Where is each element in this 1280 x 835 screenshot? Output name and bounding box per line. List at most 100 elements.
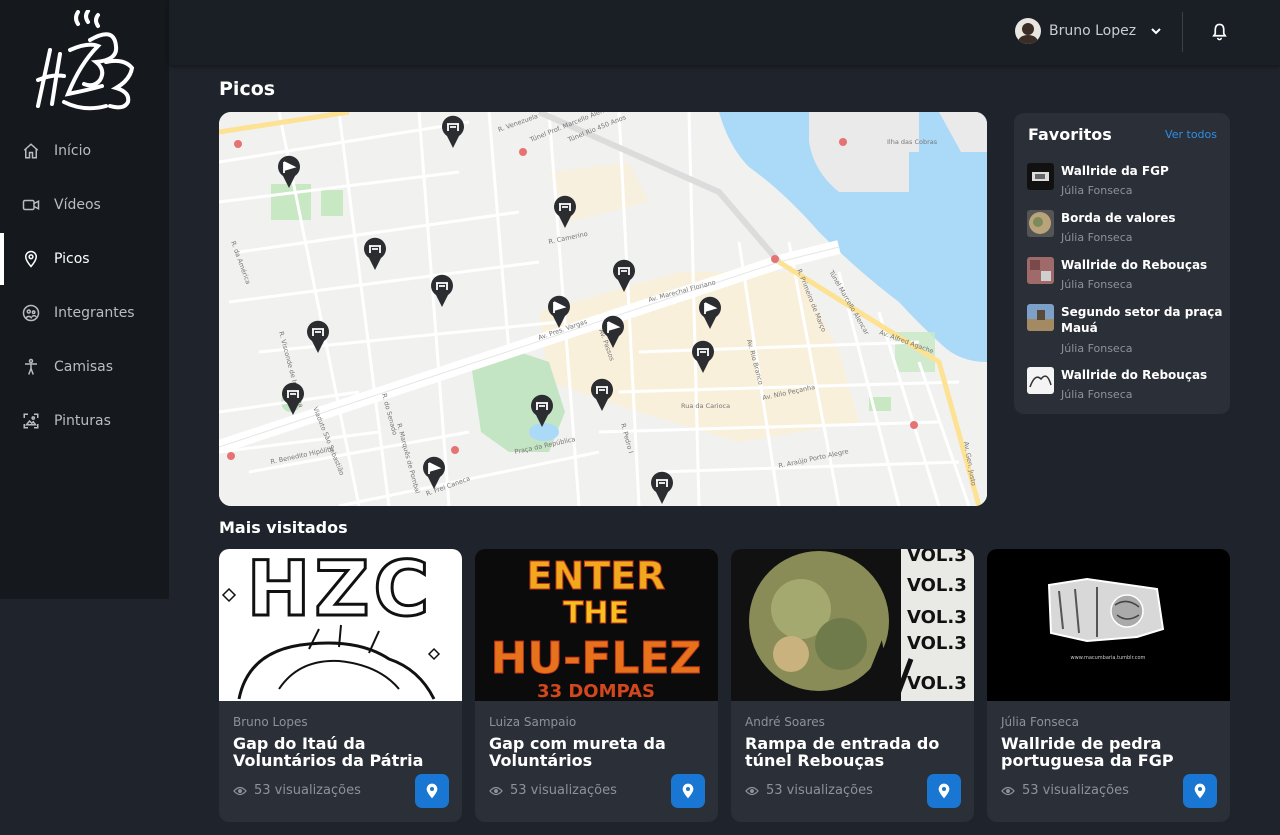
image-text: VOL.3 [907, 633, 967, 654]
favorite-item[interactable]: Wallride da FGP Júlia Fonseca [1027, 163, 1223, 203]
image-text: THE [563, 596, 629, 631]
image-text: HZC [247, 549, 434, 633]
eye-icon [745, 786, 759, 795]
location-pin-icon [22, 250, 40, 268]
bell-icon[interactable] [1211, 22, 1228, 41]
card-image: VOL.3 VOL.3 VOL.3 VOL.3 VOL.3 [731, 549, 974, 701]
user-menu[interactable]: Bruno Lopez [1015, 18, 1162, 44]
eye-icon [1001, 786, 1015, 795]
card-author: André Soares [745, 715, 825, 729]
location-button[interactable] [671, 774, 705, 808]
location-button[interactable] [1183, 774, 1217, 808]
painting-icon [22, 412, 40, 430]
street-label: Ilha das Cobras [887, 138, 938, 146]
image-text: HU-FLEZ [491, 633, 702, 684]
nav-item-picos[interactable]: Picos [0, 233, 169, 285]
card-views: 53 visualizações [1001, 783, 1129, 798]
favorite-author: Júlia Fonseca [1061, 388, 1133, 401]
favorite-thumbnail [1027, 210, 1054, 237]
image-text: VOL.3 [907, 673, 967, 694]
nav-label: Início [54, 143, 92, 159]
nav-label: Camisas [54, 359, 114, 375]
favorite-thumbnail [1027, 257, 1054, 284]
card-title: Wallride de pedra portuguesa da FGP [1001, 734, 1174, 770]
image-text: VOL.3 [907, 575, 967, 596]
video-icon [22, 196, 40, 214]
card-image: HZC [219, 549, 462, 701]
hzc-logo[interactable] [30, 10, 140, 114]
street-label: Rua da Carioca [681, 402, 730, 410]
image-text: VOL.3 [907, 607, 967, 628]
location-pin-icon [938, 783, 950, 799]
spot-card[interactable]: VOL.3 VOL.3 VOL.3 VOL.3 VOL.3 André Soar… [731, 549, 974, 822]
favorites-panel: Favoritos Ver todos Wallride da FGP Júli… [1014, 113, 1230, 414]
views-count: 53 visualizações [254, 783, 361, 798]
image-text: VOL.3 [907, 549, 967, 566]
card-title: Rampa de entrada do túnel Rebouças [745, 734, 940, 770]
nav-item-inicio[interactable]: Início [0, 125, 169, 177]
favorite-author: Júlia Fonseca [1061, 278, 1133, 291]
nav-label: Pinturas [54, 413, 111, 429]
favorite-name: Segundo setor da praça Mauá [1061, 305, 1223, 335]
card-title: Gap do Itaú da Voluntários da Pátria [233, 734, 424, 770]
page-title: Picos [219, 78, 276, 100]
favorites-title: Favoritos [1028, 125, 1112, 144]
views-count: 53 visualizações [1022, 783, 1129, 798]
location-pin-icon [426, 783, 438, 799]
spot-card[interactable]: ENTER THE HU-FLEZ 33 DOMPAS Luiza Sampai… [475, 549, 718, 822]
card-views: 53 visualizações [745, 783, 873, 798]
spots-map[interactable]: Túnel Prof. Marcello Alencar R. Venezuel… [219, 112, 987, 506]
location-button[interactable] [415, 774, 449, 808]
favorite-thumbnail [1027, 163, 1054, 190]
image-text: ENTER [527, 554, 666, 598]
favorite-name: Wallride da FGP [1061, 164, 1169, 178]
card-image: ENTER THE HU-FLEZ 33 DOMPAS [475, 549, 718, 701]
card-image: www.macumbaria.tumblr.com [987, 549, 1230, 701]
favorite-thumbnail [1027, 367, 1054, 394]
eye-icon [489, 786, 503, 795]
card-views: 53 visualizações [489, 783, 617, 798]
card-title: Gap com mureta da Voluntários [489, 734, 666, 770]
header-divider [1182, 12, 1183, 52]
card-author: Luiza Sampaio [489, 715, 577, 729]
spot-card[interactable]: HZC Bruno Lopes Gap do Itaú da Voluntári… [219, 549, 462, 822]
favorite-item[interactable]: Wallride do Rebouças Júlia Fonseca [1027, 257, 1223, 297]
nav-label: Picos [54, 251, 90, 267]
favorite-author: Júlia Fonseca [1061, 342, 1133, 355]
people-icon [22, 304, 40, 322]
favorite-author: Júlia Fonseca [1061, 184, 1133, 197]
eye-icon [233, 786, 247, 795]
card-views: 53 visualizações [233, 783, 361, 798]
favorite-item[interactable]: Borda de valores Júlia Fonseca [1027, 210, 1223, 250]
location-pin-icon [682, 783, 694, 799]
home-icon [22, 142, 40, 160]
nav-label: Integrantes [54, 305, 135, 321]
favorite-author: Júlia Fonseca [1061, 231, 1133, 244]
map-canvas[interactable]: Túnel Prof. Marcello Alencar R. Venezuel… [219, 112, 987, 506]
image-text: www.macumbaria.tumblr.com [1071, 655, 1146, 661]
nav-label: Vídeos [54, 197, 101, 213]
image-text: 33 DOMPAS [537, 681, 655, 701]
location-button[interactable] [927, 774, 961, 808]
nav-item-pinturas[interactable]: Pinturas [0, 395, 169, 447]
card-author: Júlia Fonseca [1001, 715, 1079, 729]
favorite-item[interactable]: Wallride do Rebouças Júlia Fonseca [1027, 367, 1223, 407]
views-count: 53 visualizações [766, 783, 873, 798]
spot-card[interactable]: www.macumbaria.tumblr.com Júlia Fonseca … [987, 549, 1230, 822]
nav-item-camisas[interactable]: Camisas [0, 341, 169, 393]
chevron-down-icon [1151, 28, 1161, 35]
location-pin-icon [1194, 783, 1206, 799]
sidebar: Início Vídeos Picos Integrantes Camisas … [0, 0, 169, 599]
favorite-name: Wallride do Rebouças [1061, 368, 1208, 382]
see-all-link[interactable]: Ver todos [1165, 128, 1217, 141]
user-name: Bruno Lopez [1049, 23, 1137, 39]
nav-item-videos[interactable]: Vídeos [0, 179, 169, 231]
avatar [1015, 18, 1041, 44]
favorite-name: Borda de valores [1061, 211, 1176, 225]
favorite-name: Wallride do Rebouças [1061, 258, 1208, 272]
favorite-item[interactable]: Segundo setor da praça Mauá Júlia Fonsec… [1027, 304, 1223, 356]
card-author: Bruno Lopes [233, 715, 308, 729]
most-visited-title: Mais visitados [219, 518, 348, 537]
nav-item-integrantes[interactable]: Integrantes [0, 287, 169, 339]
person-icon [22, 358, 40, 376]
